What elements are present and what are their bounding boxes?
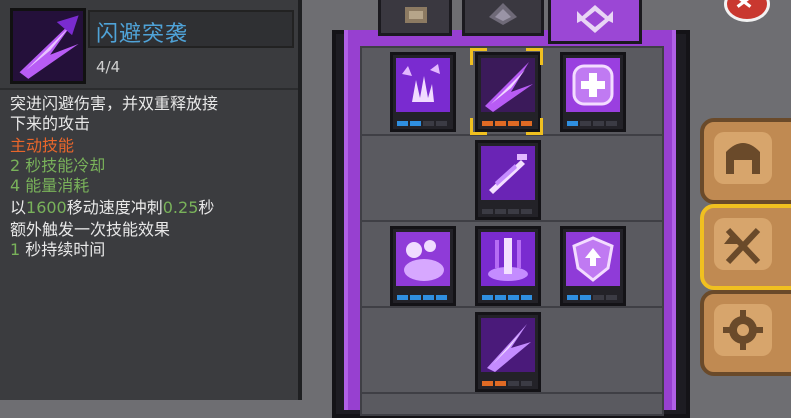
- description-line-1: 突进闪避伤害，并双重释放接: [10, 94, 219, 113]
- burst-icon: [396, 58, 450, 112]
- selection-corner: [526, 48, 543, 65]
- skills-button[interactable]: [700, 204, 791, 290]
- tab-assassin[interactable]: [548, 0, 642, 44]
- tab-cards[interactable]: [378, 0, 452, 36]
- skill-level-pips: [567, 121, 617, 126]
- skill-level-pips: [482, 295, 532, 300]
- energy-line: 4 能量消耗: [10, 176, 89, 196]
- settings-button[interactable]: [700, 290, 791, 376]
- skill-level-pips: [482, 381, 532, 386]
- skill-info-panel: 闪避突袭 4/4 突进闪避伤害，并双重释放接 下来的攻击 主动技能 2 秒技能冷…: [0, 0, 300, 400]
- effect-suffix: 秒: [198, 198, 215, 217]
- selection-corner: [470, 48, 487, 65]
- gear-icon: [723, 310, 763, 350]
- dash-strike-icon: [13, 11, 83, 81]
- cooldown-value: 2: [10, 156, 21, 175]
- description-line-2: 下来的攻击: [10, 114, 91, 133]
- skill-name-bar: 闪避突袭: [88, 10, 294, 48]
- skill-node-blades[interactable]: [475, 140, 541, 220]
- skill-node-sword-aura[interactable]: [475, 226, 541, 306]
- skill-node-heal[interactable]: [560, 52, 626, 132]
- selection-corner: [470, 118, 487, 135]
- tab-crest[interactable]: [462, 0, 544, 36]
- sword-aura-icon: [481, 232, 535, 286]
- skill-level-pips: [482, 121, 532, 126]
- duration-label: 秒持续时间: [25, 240, 106, 259]
- energy-value: 4: [10, 176, 21, 195]
- equipment-button[interactable]: [700, 118, 791, 204]
- energy-label: 能量消耗: [25, 176, 90, 195]
- dash-strike-icon: [481, 58, 535, 112]
- helmet-icon: [726, 143, 760, 174]
- shield-icon: [566, 232, 620, 286]
- skill-name: 闪避突袭: [96, 22, 189, 47]
- extra-line: 额外触发一次技能效果: [10, 220, 171, 239]
- card-tab-icon: [405, 7, 427, 23]
- duration-value: 1: [10, 240, 21, 259]
- pet-icon: [396, 232, 450, 286]
- skill-level-pips: [567, 295, 617, 300]
- skill-description: 突进闪避伤害，并双重释放接 下来的攻击 主动技能 2 秒技能冷却 4 能量消耗 …: [0, 90, 300, 400]
- skill-level-pips: [397, 121, 447, 126]
- assassin-tab-icon: [577, 5, 613, 33]
- skill-node-pet[interactable]: [390, 226, 456, 306]
- duration-line: 1 秒持续时间: [10, 240, 105, 260]
- lightning-dash-icon: [481, 318, 535, 372]
- cooldown-label: 秒技能冷却: [25, 156, 106, 175]
- selected-skill-icon: [10, 8, 86, 84]
- crest-tab-icon: [489, 3, 517, 25]
- skill-node-shield[interactable]: [560, 226, 626, 306]
- tree-row-5: [360, 392, 664, 416]
- plus-icon: [566, 58, 620, 112]
- effect-prefix: 以: [10, 198, 27, 217]
- close-button[interactable]: [724, 0, 770, 22]
- skill-type-label: 主动技能: [10, 136, 75, 155]
- effect-line: 以1600移动速度冲刺0.25秒: [10, 198, 214, 218]
- panel-divider: [298, 0, 302, 400]
- swords-up-icon: [724, 227, 761, 265]
- close-icon: [736, 0, 752, 8]
- skill-level-pips: [397, 295, 447, 300]
- effect-time: 0.25: [162, 198, 199, 217]
- selection-corner: [526, 118, 543, 135]
- skill-header: 闪避突袭 4/4: [0, 0, 300, 90]
- skill-node-burst[interactable]: [390, 52, 456, 132]
- skill-level: 4/4: [96, 58, 121, 76]
- skill-level-pips: [482, 209, 532, 214]
- skill-node-lightning-dash[interactable]: [475, 312, 541, 392]
- blades-icon: [481, 146, 535, 200]
- cooldown-line: 2 秒技能冷却: [10, 156, 105, 176]
- effect-middle: 移动速度冲刺: [66, 198, 163, 217]
- effect-speed: 1600: [26, 198, 67, 217]
